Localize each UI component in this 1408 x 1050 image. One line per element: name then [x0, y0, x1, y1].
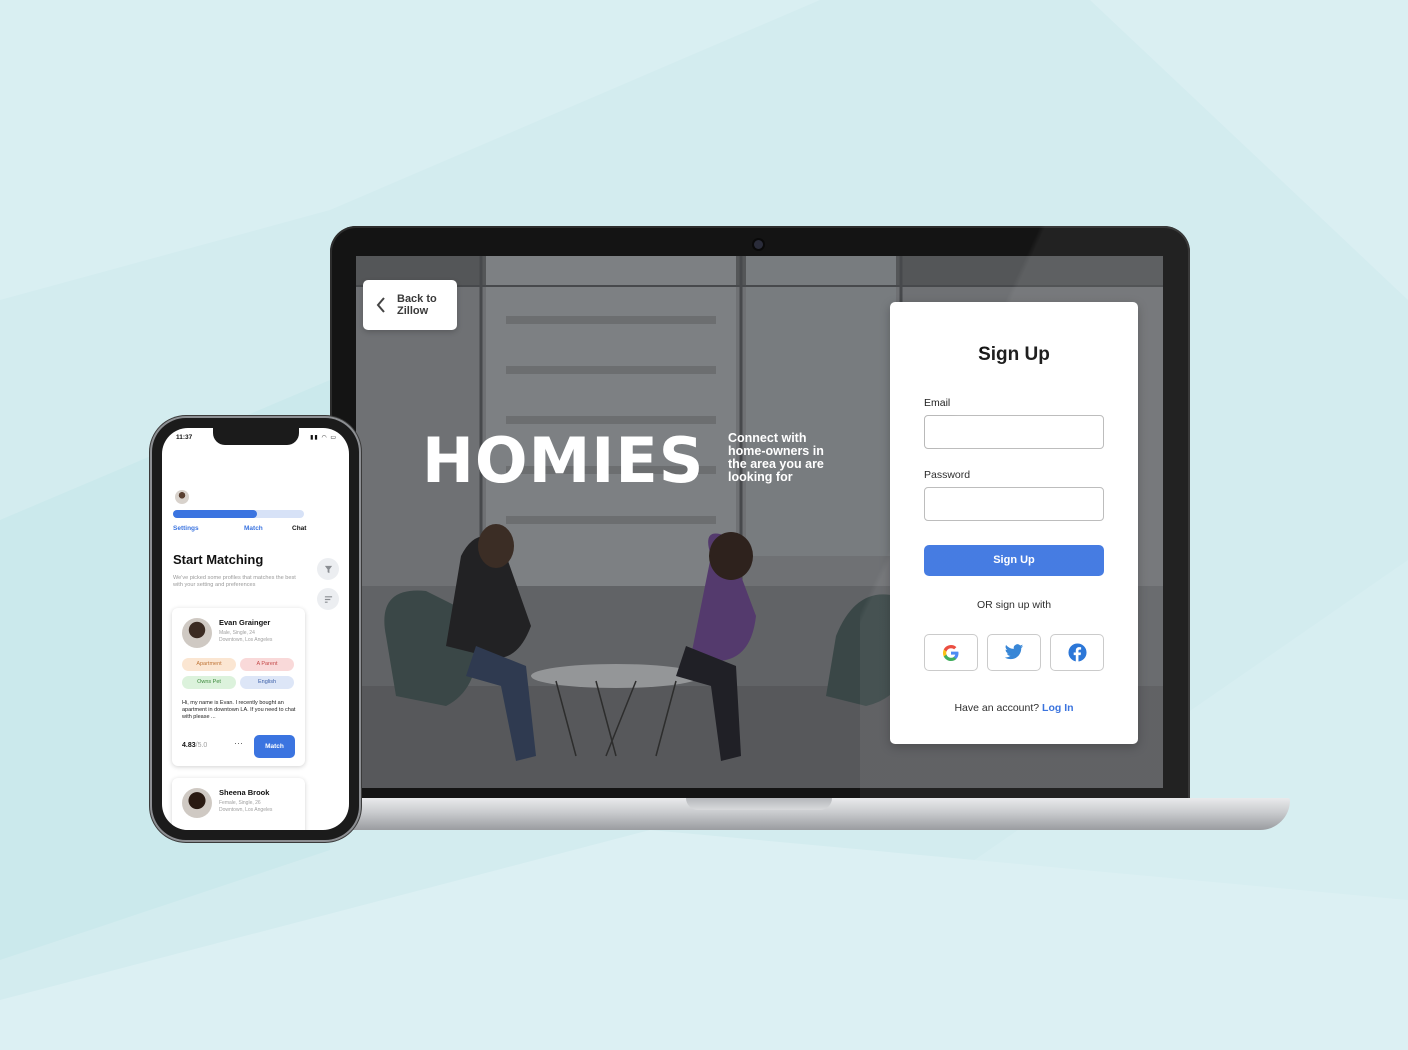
sort-button[interactable] [317, 588, 339, 610]
profile-meta-line: Downtown, Los Angeles [219, 807, 273, 813]
tag-chip: Apartment [182, 658, 236, 671]
profile-meta-line: Female, Single, 26 [219, 800, 261, 806]
profile-name: Sheena Brook [219, 788, 270, 797]
step-chat[interactable]: Chat [292, 525, 306, 532]
email-label: Email [924, 397, 951, 409]
more-options-icon[interactable]: ··· [234, 738, 243, 748]
tag-chip: English [240, 676, 294, 689]
status-icons: ▮▮ ◠ ▭ [310, 434, 337, 441]
tag-chip: A Parent [240, 658, 294, 671]
match-button[interactable]: Match [254, 735, 295, 758]
webcam [754, 240, 763, 249]
signup-card: Sign Up Email Password Sign Up OR sign u… [890, 302, 1138, 744]
page-title: Start Matching [173, 552, 264, 567]
twitter-signup-button[interactable] [987, 634, 1041, 671]
facebook-icon [1067, 643, 1087, 662]
avatar[interactable] [175, 490, 189, 504]
step-settings[interactable]: Settings [173, 525, 199, 532]
password-field[interactable] [924, 487, 1104, 521]
laptop-opening-notch [686, 798, 832, 810]
profile-name: Evan Grainger [219, 618, 271, 627]
facebook-signup-button[interactable] [1050, 634, 1104, 671]
filter-button[interactable] [317, 558, 339, 580]
password-label: Password [924, 469, 971, 481]
progress-fill [173, 510, 257, 518]
signal-icon: ▮▮ [310, 435, 319, 441]
laptop-base [306, 798, 1290, 830]
tag-chip: Owns Pet [182, 676, 236, 689]
status-time: 11:37 [176, 434, 193, 441]
login-link[interactable]: Log In [1042, 702, 1074, 714]
profile-card[interactable]: Evan Grainger Male, Single, 24 Downtown,… [172, 608, 305, 766]
profile-meta-line: Male, Single, 24 [219, 630, 255, 636]
rating-value: 4.83 [182, 742, 196, 749]
google-signup-button[interactable] [924, 634, 978, 671]
avatar [182, 618, 212, 648]
brand-tagline: Connect with home-owners in the area you… [728, 431, 824, 484]
back-to-zillow-button[interactable]: Back to Zillow [363, 280, 457, 330]
page-subtitle: We've picked some profiles that matches … [173, 575, 296, 588]
email-field[interactable] [924, 415, 1104, 449]
profile-card[interactable]: Sheena Brook Female, Single, 26 Downtown… [172, 778, 305, 830]
laptop-screen: Back to Zillow HOMIES Connect with home-… [356, 256, 1163, 788]
phone-frame: 11:37 ▮▮ ◠ ▭ Settings Match Chat Start M… [152, 418, 359, 840]
filter-icon [324, 565, 332, 573]
profile-rating: 4.83/5.0 [182, 742, 207, 749]
sort-icon [324, 595, 332, 603]
phone-screen: 11:37 ▮▮ ◠ ▭ Settings Match Chat Start M… [162, 428, 349, 830]
account-prompt-text: Have an account? [954, 702, 1040, 714]
brand-logo: HOMIES [422, 424, 705, 497]
login-prompt: Have an account? Log In [890, 702, 1138, 714]
wifi-icon: ◠ [321, 435, 328, 441]
progress-bar [173, 510, 304, 518]
rating-max: /5.0 [195, 742, 208, 749]
google-icon [943, 644, 959, 661]
twitter-icon [1004, 644, 1024, 660]
step-match[interactable]: Match [244, 525, 263, 532]
avatar [182, 788, 212, 818]
profile-meta: Female, Single, 26 Downtown, Los Angeles [219, 800, 272, 814]
chevron-left-icon [376, 297, 385, 313]
phone-notch [212, 428, 299, 445]
signup-button[interactable]: Sign Up [924, 545, 1104, 576]
signup-title: Sign Up [978, 344, 1050, 365]
laptop-frame: Back to Zillow HOMIES Connect with home-… [330, 226, 1190, 804]
profile-meta: Male, Single, 24 Downtown, Los Angeles [219, 630, 272, 644]
profile-meta-line: Downtown, Los Angeles [219, 637, 273, 643]
battery-icon: ▭ [330, 435, 337, 441]
back-button-label: Back to Zillow [397, 293, 437, 317]
or-signup-text: OR sign up with [976, 599, 1052, 611]
profile-bio: Hi, my name is Evan. I recently bought a… [182, 700, 296, 720]
